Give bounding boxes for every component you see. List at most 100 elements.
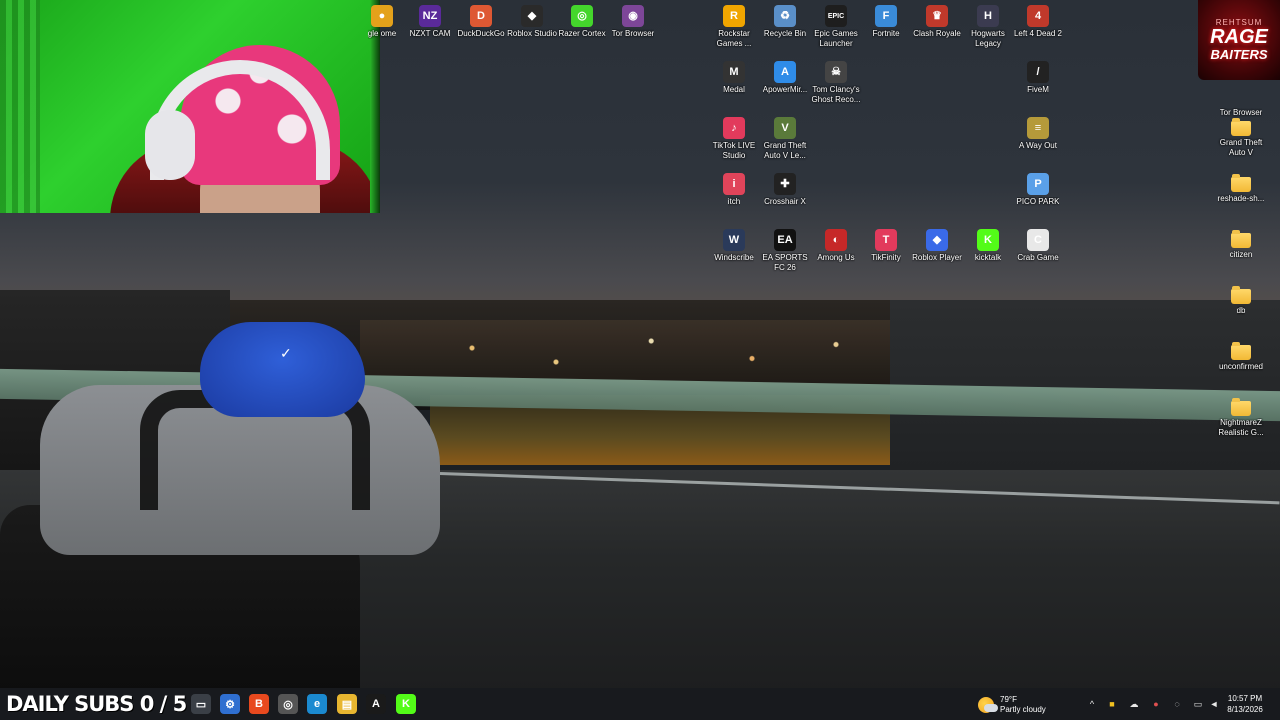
ea-sports-fc-26-icon: EA bbox=[774, 229, 796, 251]
windscribe-icon: W bbox=[723, 229, 745, 251]
clash-royale-icon: ♛ bbox=[926, 5, 948, 27]
weather-condition: Partly cloudy bbox=[1000, 705, 1046, 714]
desktop-icon-left-4-dead-2[interactable]: 4 Left 4 Dead 2 bbox=[1010, 5, 1066, 39]
desktop-icon-roblox-studio[interactable]: ◆ Roblox Studio bbox=[504, 5, 560, 39]
roblox-studio-icon: ◆ bbox=[521, 5, 543, 27]
desktop-icon-razer-cortex[interactable]: ◎ Razer Cortex bbox=[554, 5, 610, 39]
nvidia-app-icon[interactable]: A bbox=[366, 694, 386, 714]
desktop-icon-epic-games-launcher[interactable]: EPIC Epic Games Launcher bbox=[808, 5, 864, 49]
rage-baiters-logo[interactable]: REHTSUM RAGE BAITERS bbox=[1198, 0, 1280, 80]
desktop-icon-nightmarez-realistic-g[interactable]: NightmareZ Realistic G... bbox=[1213, 397, 1269, 438]
desktop-icon-crosshair-x[interactable]: ✚ Crosshair X bbox=[757, 173, 813, 207]
desktop-icon-label: NZXT CAM bbox=[409, 29, 451, 38]
epic-games-launcher-icon: EPIC bbox=[825, 5, 847, 27]
weather-temp: 79°F bbox=[1000, 695, 1017, 704]
desktop-icon-label: Left 4 Dead 2 bbox=[1013, 29, 1063, 38]
desktop-icon-roblox-player[interactable]: ◆ Roblox Player bbox=[909, 229, 965, 263]
chrome-browser-icon[interactable]: ◎ bbox=[278, 694, 298, 714]
show-hidden-icons-chevron-icon[interactable]: ^ bbox=[1086, 698, 1098, 710]
desktop-icon-tor-browser[interactable]: ◉ Tor Browser bbox=[605, 5, 661, 39]
desktop-icon-a-way-out[interactable]: ≡ A Way Out bbox=[1010, 117, 1066, 151]
taskbar-clock[interactable]: 10:57 PM 8/13/2026 bbox=[1222, 693, 1268, 715]
desktop-icon-rockstar-games[interactable]: R Rockstar Games ... bbox=[706, 5, 762, 49]
desktop-icon-label: Recycle Bin bbox=[763, 29, 807, 38]
desktop-icon-label: itch bbox=[727, 197, 741, 206]
desktop-icon-kicktalk[interactable]: Kkicktalk bbox=[960, 229, 1016, 263]
among-us-icon: ◐ bbox=[825, 229, 847, 251]
desktop-icon-label: Tom Clancy's Ghost Reco... bbox=[811, 85, 861, 104]
weather-widget[interactable]: 79°F Partly cloudy bbox=[978, 692, 1046, 718]
desktop-icon-label: citizen bbox=[1229, 250, 1253, 259]
desktop-icon-reshade-sh[interactable]: reshade-sh... bbox=[1213, 173, 1269, 204]
logo-rage-text: RAGE bbox=[1210, 26, 1268, 48]
desktop-icon-label: Roblox Player bbox=[912, 253, 962, 262]
display-tray-icon[interactable]: ▭ bbox=[1192, 698, 1204, 710]
desktop-icon-itch[interactable]: i itch bbox=[706, 173, 762, 207]
crab-game-icon: C bbox=[1027, 229, 1049, 251]
desktop-icon-unconfirmed[interactable]: unconfirmed bbox=[1213, 341, 1269, 372]
desktop-icon-crab-game[interactable]: C Crab Game bbox=[1010, 229, 1066, 263]
desktop-icon-tom-clancy-s-ghost-reco[interactable]: ☠ Tom Clancy's Ghost Reco... bbox=[808, 61, 864, 105]
desktop-icon-hogwarts-legacy[interactable]: H Hogwarts Legacy bbox=[960, 5, 1016, 49]
desktop-icon-label: Among Us bbox=[817, 253, 855, 262]
desktop-icon-clash-royale[interactable]: ♛ Clash Royale bbox=[909, 5, 965, 39]
folder-icon bbox=[1231, 230, 1251, 248]
desktop-icon-grand-theft-auto-v[interactable]: Grand Theft Auto V bbox=[1213, 117, 1269, 158]
desktop-icon-label: Grand Theft Auto V bbox=[1219, 138, 1263, 157]
task-view-icon[interactable]: ▭ bbox=[191, 694, 211, 714]
desktop-icon-label: DuckDuckGo bbox=[457, 29, 505, 38]
clock-time: 10:57 PM bbox=[1227, 694, 1263, 703]
desktop-icon-label: FiveM bbox=[1027, 85, 1049, 94]
desktop-icon-label: Razer Cortex bbox=[558, 29, 606, 38]
razer-cortex-icon: ◎ bbox=[571, 5, 593, 27]
duckduckgo-icon: D bbox=[470, 5, 492, 27]
desktop-icon-tikfinity[interactable]: T TikFinity bbox=[858, 229, 914, 263]
desktop-icon-tor-browser[interactable]: Tor Browser bbox=[1213, 84, 1269, 118]
desktop-icon-label: db bbox=[1236, 306, 1246, 315]
folder-icon bbox=[1231, 398, 1251, 416]
desktop-icon-nzxt-cam[interactable]: NZ NZXT CAM bbox=[402, 5, 458, 39]
desktop-icon-grand-theft-auto-v-le[interactable]: V Grand Theft Auto V Le... bbox=[757, 117, 813, 161]
wallpaper-swoosh-icon: ✓ bbox=[280, 345, 292, 361]
desktop-icon-label: Crosshair X bbox=[764, 197, 806, 206]
webcam-headphone-earcup bbox=[145, 110, 195, 180]
folder-icon bbox=[1231, 342, 1251, 360]
desktop-icon-label: A Way Out bbox=[1019, 141, 1057, 150]
desktop-icon-apowermir[interactable]: A ApowerMir... bbox=[757, 61, 813, 95]
desktop-icon-citizen[interactable]: citizen bbox=[1213, 229, 1269, 260]
security-tray-icon[interactable]: ■ bbox=[1106, 698, 1118, 710]
roblox-player-icon: ◆ bbox=[926, 229, 948, 251]
desktop-icon-windscribe[interactable]: W Windscribe bbox=[706, 229, 762, 263]
desktop-icon-fivem[interactable]: / FiveM bbox=[1010, 61, 1066, 95]
volume-tray-icon[interactable]: ◄ bbox=[1208, 698, 1220, 710]
desktop-icon-recycle-bin[interactable]: ♻ Recycle Bin bbox=[757, 5, 813, 39]
rockstar-games-icon: R bbox=[723, 5, 745, 27]
folder-icon bbox=[1231, 118, 1251, 136]
desktop-icon-pico-park[interactable]: P PICO PARK bbox=[1010, 173, 1066, 207]
desktop-icon-fortnite[interactable]: F Fortnite bbox=[858, 5, 914, 39]
desktop-icon-db[interactable]: db bbox=[1213, 285, 1269, 316]
logo-baiters-text: BAITERS bbox=[1210, 47, 1268, 62]
desktop-icon-ea-sports-fc-26[interactable]: EA EA SPORTS FC 26 bbox=[757, 229, 813, 273]
kick-app-icon[interactable]: K bbox=[396, 694, 416, 714]
settings-app-icon[interactable]: ⚙ bbox=[220, 694, 240, 714]
desktop-icon-duckduckgo[interactable]: D DuckDuckGo bbox=[453, 5, 509, 39]
weather-text: 79°F Partly cloudy bbox=[1000, 695, 1046, 715]
desktop-icon-among-us[interactable]: ◐ Among Us bbox=[808, 229, 864, 263]
desktop-icon-medal[interactable]: M Medal bbox=[706, 61, 762, 95]
onedrive-tray-icon[interactable]: ☁ bbox=[1128, 698, 1140, 710]
pico-park-icon: P bbox=[1027, 173, 1049, 195]
desktop-icon-tiktok-live-studio[interactable]: ♪ TikTok LIVE Studio bbox=[706, 117, 762, 161]
desktop-icon-label: Roblox Studio bbox=[507, 29, 557, 38]
webcam-curtain bbox=[0, 0, 40, 213]
tor-browser-icon: ◉ bbox=[622, 5, 644, 27]
file-explorer-icon[interactable]: ▤ bbox=[337, 694, 357, 714]
network-tray-icon[interactable]: ◌ bbox=[1171, 698, 1183, 710]
microphone-tray-icon[interactable]: ● bbox=[1150, 698, 1162, 710]
nzxt-cam-icon: NZ bbox=[419, 5, 441, 27]
edge-browser-icon[interactable]: e bbox=[307, 694, 327, 714]
desktop-icon-label: Tor Browser bbox=[611, 29, 655, 38]
left-4-dead-2-icon: 4 bbox=[1027, 5, 1049, 27]
brave-browser-icon[interactable]: B bbox=[249, 694, 269, 714]
tom-clancy-s-ghost-reco-icon: ☠ bbox=[825, 61, 847, 83]
